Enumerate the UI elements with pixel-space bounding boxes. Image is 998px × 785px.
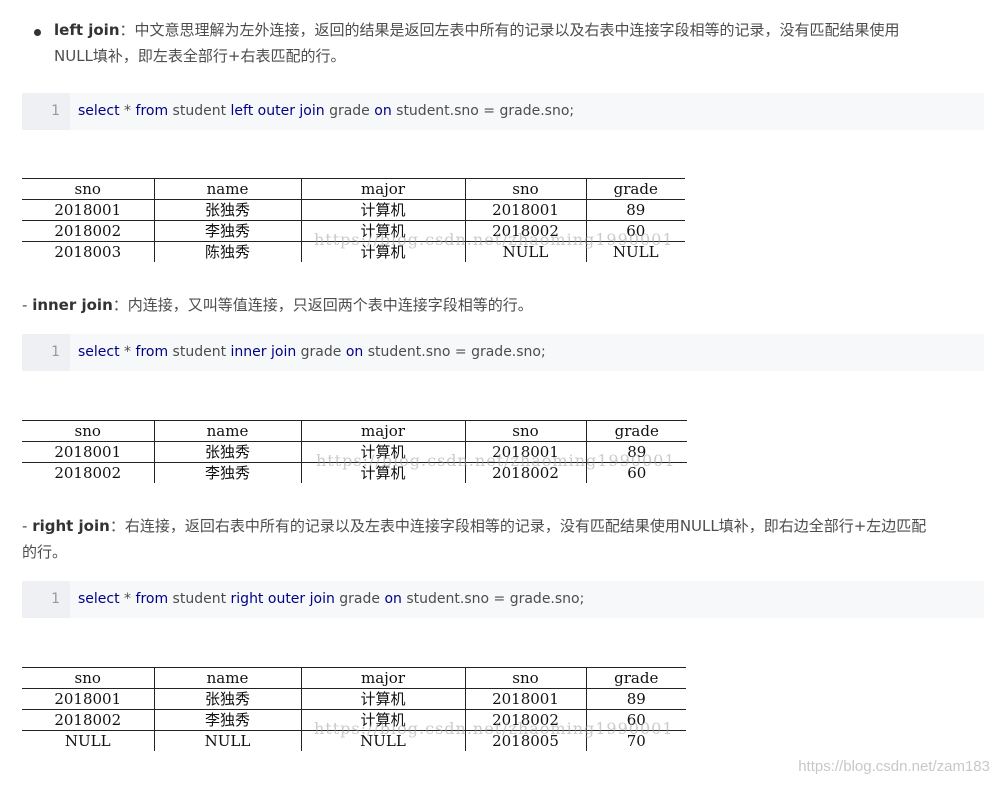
column-header: sno [74, 422, 101, 440]
table-cell: 2018002 [464, 462, 586, 483]
bullet-icon [34, 29, 41, 36]
table-cell: 2018001 [54, 201, 122, 219]
table-header-row: sno name major sno grade [22, 420, 687, 442]
table-cell: 2018005 [464, 730, 586, 751]
table-cell: 李独秀 [153, 462, 301, 483]
column-header: grade [585, 178, 685, 200]
column-header: grade [585, 420, 687, 442]
column-header: name [153, 667, 301, 689]
table-cell: 89 [585, 199, 685, 221]
inner-join-prefix: - [22, 296, 33, 314]
left-join-desc-line1: ：中文意思理解为左外连接，返回的结果是返回左表中所有的记录以及右表中连接字段相等… [119, 21, 900, 39]
table-cell: 2018002 [54, 464, 122, 482]
column-header: name [153, 178, 301, 200]
right-join-title: right join [32, 517, 110, 535]
table-cell: 2018001 [54, 690, 122, 708]
table-cell: 2018002 [54, 711, 122, 729]
table-row: 2018002 李独秀 计算机 2018002 60 [22, 709, 686, 731]
table-row: 2018003 陈独秀 计算机 NULL NULL [22, 241, 685, 262]
column-header: major [300, 667, 465, 689]
table-cell: 2018001 [464, 199, 586, 221]
table-cell: 计算机 [300, 220, 465, 242]
table-row: 2018001 张独秀 计算机 2018001 89 [22, 199, 685, 221]
table-cell: 70 [585, 730, 686, 751]
table-cell: 计算机 [300, 709, 465, 731]
column-header: grade [585, 667, 686, 689]
right-join-description: - right join：右连接，返回右表中所有的记录以及左表中连接字段相等的记… [22, 513, 984, 565]
table-header-row: sno name major sno grade [22, 667, 686, 689]
table-cell: 60 [585, 709, 686, 731]
table-cell: 计算机 [300, 199, 465, 221]
table-cell: NULL [585, 241, 685, 262]
column-header: sno [464, 178, 586, 200]
table-cell: 89 [585, 688, 686, 710]
inner-join-sql: select * from student inner join grade o… [78, 344, 546, 360]
table-cell: 计算机 [300, 441, 465, 463]
table-cell: NULL [64, 732, 111, 750]
table-cell: 89 [585, 441, 687, 463]
line-number: 1 [22, 334, 70, 371]
table-cell: 计算机 [300, 688, 465, 710]
table-cell: 计算机 [300, 241, 465, 262]
result-table: sno name major sno grade 2018001 张独秀 计算机… [22, 178, 685, 262]
result-table: sno name major sno grade 2018001 张独秀 计算机… [22, 420, 687, 483]
column-header: sno [464, 420, 586, 442]
table-cell: NULL [300, 730, 465, 751]
table-cell: NULL [464, 241, 586, 262]
right-join-sql: select * from student right outer join g… [78, 591, 585, 607]
left-join-sql: select * from student left outer join gr… [78, 103, 575, 119]
column-header: major [300, 178, 465, 200]
right-join-code-block: 1 select * from student right outer join… [22, 581, 984, 618]
table-cell: 60 [585, 462, 687, 483]
table-cell: 陈独秀 [153, 241, 301, 262]
page-watermark: https://blog.csdn.net/zam183 [798, 758, 990, 775]
inner-join-desc-line1: ：内连接，又叫等值连接，只返回两个表中连接字段相等的行。 [112, 296, 533, 314]
line-number: 1 [22, 93, 70, 130]
inner-join-result-table: sno name major sno grade 2018001 张独秀 计算机… [22, 420, 687, 483]
table-cell: 2018002 [54, 222, 122, 240]
line-number: 1 [22, 581, 70, 618]
column-header: sno [74, 180, 101, 198]
table-cell: 2018001 [54, 443, 122, 461]
column-header: name [153, 420, 301, 442]
table-cell: 李独秀 [153, 709, 301, 731]
table-cell: 李独秀 [153, 220, 301, 242]
table-row: 2018001 张独秀 计算机 2018001 89 [22, 441, 687, 463]
inner-join-code-block: 1 select * from student inner join grade… [22, 334, 984, 371]
table-row: NULL NULL NULL 2018005 70 [22, 730, 686, 751]
table-cell: 2018002 [464, 220, 586, 242]
inner-join-title: inner join [32, 296, 113, 314]
table-row: 2018002 李独秀 计算机 2018002 60 [22, 462, 687, 483]
table-cell: 计算机 [300, 462, 465, 483]
table-cell: 60 [585, 220, 685, 242]
left-join-code-block: 1 select * from student left outer join … [22, 93, 984, 130]
table-cell: 张独秀 [153, 688, 301, 710]
table-header-row: sno name major sno grade [22, 178, 685, 200]
right-join-result-table: sno name major sno grade 2018001 张独秀 计算机… [22, 667, 686, 751]
table-cell: 2018002 [464, 709, 586, 731]
result-table: sno name major sno grade 2018001 张独秀 计算机… [22, 667, 686, 751]
column-header: major [300, 420, 465, 442]
table-cell: 2018001 [464, 688, 586, 710]
left-join-desc-line2: NULL填补，即左表全部行+右表匹配的行。 [54, 47, 346, 65]
table-cell: 张独秀 [153, 441, 301, 463]
right-join-desc-line2: 的行。 [22, 543, 68, 561]
right-join-prefix: - [22, 517, 33, 535]
left-join-description: left join：中文意思理解为左外连接，返回的结果是返回左表中所有的记录以及… [54, 17, 974, 69]
table-cell: 2018003 [54, 243, 122, 261]
table-cell: 2018001 [464, 441, 586, 463]
column-header: sno [464, 667, 586, 689]
table-cell: NULL [153, 730, 301, 751]
table-cell: 张独秀 [153, 199, 301, 221]
table-row: 2018001 张独秀 计算机 2018001 89 [22, 688, 686, 710]
inner-join-description: - inner join：内连接，又叫等值连接，只返回两个表中连接字段相等的行。 [22, 292, 982, 318]
left-join-title: left join [54, 21, 120, 39]
left-join-result-table: sno name major sno grade 2018001 张独秀 计算机… [22, 178, 685, 262]
column-header: sno [74, 669, 101, 687]
table-row: 2018002 李独秀 计算机 2018002 60 [22, 220, 685, 242]
right-join-desc-line1: ：右连接，返回右表中所有的记录以及左表中连接字段相等的记录，没有匹配结果使用NU… [109, 517, 927, 535]
